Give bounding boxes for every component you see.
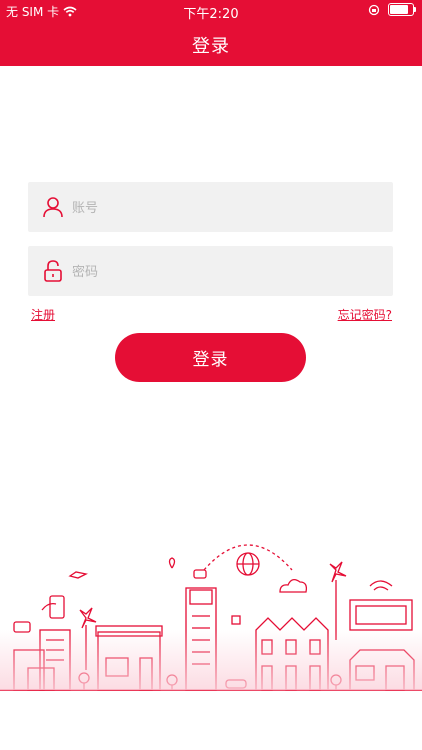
register-link[interactable]: 注册 xyxy=(31,306,55,323)
login-button[interactable]: 登录 xyxy=(115,333,306,382)
account-field[interactable] xyxy=(28,182,393,234)
page-title: 登录 xyxy=(192,36,230,57)
orientation-lock-icon xyxy=(368,4,380,15)
battery-icon xyxy=(388,3,416,16)
status-bar: 无 SIM 卡 下午2:20 xyxy=(0,0,422,22)
user-icon xyxy=(43,197,63,218)
forgot-password-link[interactable]: 忘记密码? xyxy=(338,306,392,323)
city-skyline-illustration xyxy=(0,544,422,691)
status-right xyxy=(368,3,416,16)
status-time: 下午2:20 xyxy=(183,7,239,22)
password-input[interactable] xyxy=(70,246,384,298)
password-field[interactable] xyxy=(28,246,393,298)
top-bar: 无 SIM 卡 下午2:20 登录 xyxy=(0,0,422,66)
lock-icon xyxy=(44,260,62,282)
account-input[interactable] xyxy=(70,182,384,234)
